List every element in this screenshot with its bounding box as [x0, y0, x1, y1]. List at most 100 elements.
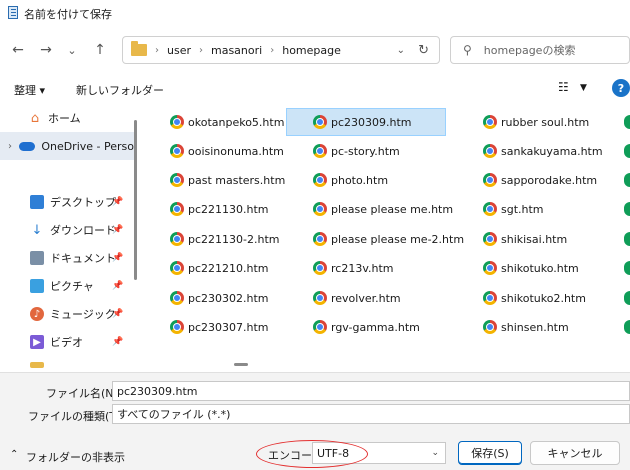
folder-icon	[131, 41, 147, 56]
view-options-icon[interactable]: ☷	[558, 80, 569, 94]
list-item[interactable]: pc221130-2.htm	[170, 225, 280, 253]
sidebar-item-label: OneDrive - Perso	[41, 139, 134, 153]
breadcrumb-masanori[interactable]: masanori	[211, 44, 262, 57]
view-dropdown-icon[interactable]: ▼	[580, 83, 587, 93]
organize-menu-button[interactable]: 整理 ▾	[14, 82, 45, 98]
list-item[interactable]: shikisai.htm	[483, 225, 567, 253]
pin-icon[interactable]: 📌	[112, 253, 123, 263]
pin-icon[interactable]: 📌	[112, 309, 123, 319]
chrome-file-icon	[313, 144, 327, 158]
list-item[interactable]: please please me-2.htm	[313, 225, 464, 253]
address-dropdown-icon[interactable]: ⌄	[397, 45, 405, 56]
chevron-down-icon: ⌄	[431, 448, 439, 458]
desktop-icon	[30, 195, 44, 209]
document-icon	[30, 251, 44, 265]
sidebar-item-videos[interactable]: ▶ ビデオ 📌	[0, 328, 134, 356]
scrollbar-thumb[interactable]	[234, 363, 248, 366]
list-item[interactable]: okotanpeko5.htm	[170, 108, 284, 136]
forward-arrow-icon[interactable]: →	[36, 40, 56, 60]
sidebar-item-downloads[interactable]: ↓ ダウンロード 📌	[0, 216, 134, 244]
navigation-pane-scrollbar[interactable]	[132, 104, 140, 372]
up-arrow-icon[interactable]: ↑	[90, 40, 110, 60]
expand-chevron-icon[interactable]: ›	[8, 141, 15, 152]
chrome-file-icon-partial[interactable]	[624, 232, 630, 246]
list-item[interactable]: sgt.htm	[483, 195, 544, 223]
chrome-file-icon-partial[interactable]	[624, 144, 630, 158]
list-item[interactable]: pc221210.htm	[170, 254, 269, 282]
list-item[interactable]: ooisinonuma.htm	[170, 137, 284, 165]
search-placeholder: homepageの検索	[483, 44, 576, 57]
chrome-file-icon-partial[interactable]	[624, 173, 630, 187]
pin-icon[interactable]: 📌	[112, 337, 123, 347]
save-button[interactable]: 保存(S)	[458, 441, 522, 465]
list-item[interactable]: past masters.htm	[170, 166, 285, 194]
list-item[interactable]: shikotuko2.htm	[483, 284, 586, 312]
chrome-file-icon	[483, 173, 497, 187]
list-item[interactable]: photo.htm	[313, 166, 388, 194]
download-icon: ↓	[31, 222, 43, 238]
list-item-selected[interactable]: pc230309.htm	[286, 108, 446, 136]
breadcrumb-separator-icon: ›	[270, 44, 275, 56]
address-bar[interactable]: › user › masanori › homepage ⌄ ↻	[122, 36, 440, 64]
list-item[interactable]: please please me.htm	[313, 195, 453, 223]
chrome-file-icon-partial[interactable]	[624, 261, 630, 275]
list-item[interactable]: pc230302.htm	[170, 284, 269, 312]
recent-locations-chevron-icon[interactable]: ⌄	[62, 40, 82, 60]
chrome-file-icon	[170, 291, 184, 305]
chrome-file-icon	[483, 232, 497, 246]
chrome-file-icon-partial[interactable]	[624, 291, 630, 305]
pin-icon[interactable]: 📌	[112, 281, 123, 291]
list-item[interactable]: pc221130.htm	[170, 195, 269, 223]
chrome-file-icon	[483, 261, 497, 275]
sidebar-item-desktop[interactable]: デスクトップ 📌	[0, 188, 134, 216]
chrome-file-icon	[170, 115, 184, 129]
horizontal-scrollbar[interactable]	[142, 358, 630, 370]
sidebar-item-home[interactable]: ⌂ ホーム	[0, 104, 134, 132]
list-item[interactable]: shikotuko.htm	[483, 254, 579, 282]
list-item[interactable]: pc230307.htm	[170, 313, 269, 341]
breadcrumb-user[interactable]: user	[167, 44, 191, 57]
list-item[interactable]: revolver.htm	[313, 284, 401, 312]
list-item[interactable]: rubber soul.htm	[483, 108, 589, 136]
list-item[interactable]: sankakuyama.htm	[483, 137, 603, 165]
filename-input[interactable]: pc230309.htm	[112, 381, 630, 401]
title-bar: 名前を付けて保存	[0, 0, 630, 26]
chrome-file-icon-partial[interactable]	[624, 202, 630, 216]
sidebar-item-label: デスクトップ	[50, 196, 116, 209]
list-item[interactable]: shinsen.htm	[483, 313, 569, 341]
scrollbar-thumb[interactable]	[134, 120, 137, 280]
chevron-up-icon[interactable]: ⌃	[10, 449, 18, 460]
breadcrumb-homepage[interactable]: homepage	[282, 44, 341, 57]
chrome-file-icon	[483, 202, 497, 216]
sidebar-item-pictures[interactable]: ピクチャ 📌	[0, 272, 134, 300]
sidebar-item-documents[interactable]: ドキュメント 📌	[0, 244, 134, 272]
chrome-file-icon	[313, 261, 327, 275]
pin-icon[interactable]: 📌	[112, 225, 123, 235]
refresh-icon[interactable]: ↻	[418, 43, 429, 58]
window-title: 名前を付けて保存	[24, 8, 112, 21]
cancel-button[interactable]: キャンセル	[530, 441, 620, 465]
music-icon: ♪	[30, 307, 44, 321]
list-item[interactable]: rgv-gamma.htm	[313, 313, 420, 341]
list-item[interactable]: pc-story.htm	[313, 137, 400, 165]
pictures-icon	[30, 279, 44, 293]
list-item[interactable]: rc213v.htm	[313, 254, 393, 282]
sidebar-item-music[interactable]: ♪ ミュージック 📌	[0, 300, 134, 328]
file-list: okotanpeko5.htm ooisinonuma.htm past mas…	[142, 104, 630, 372]
sidebar-item-partial[interactable]	[0, 358, 134, 372]
back-arrow-icon[interactable]: ←	[8, 40, 28, 60]
chrome-file-icon-partial[interactable]	[624, 320, 630, 334]
hide-folders-toggle[interactable]: フォルダーの非表示	[26, 449, 125, 465]
new-folder-button[interactable]: 新しいフォルダー	[76, 82, 164, 98]
list-item[interactable]: sapporodake.htm	[483, 166, 597, 194]
chrome-file-icon	[170, 144, 184, 158]
chrome-file-icon	[170, 202, 184, 216]
chrome-file-icon-partial[interactable]	[624, 115, 630, 129]
pin-icon[interactable]: 📌	[112, 197, 123, 207]
search-box[interactable]: ⚲ homepageの検索	[450, 36, 630, 64]
chrome-file-icon	[313, 202, 327, 216]
breadcrumb-separator-icon: ›	[199, 44, 203, 56]
sidebar-item-onedrive[interactable]: › OneDrive - Perso	[0, 132, 134, 160]
help-icon[interactable]: ?	[612, 79, 630, 97]
filetype-select[interactable]: すべてのファイル (*.*)	[112, 404, 630, 424]
